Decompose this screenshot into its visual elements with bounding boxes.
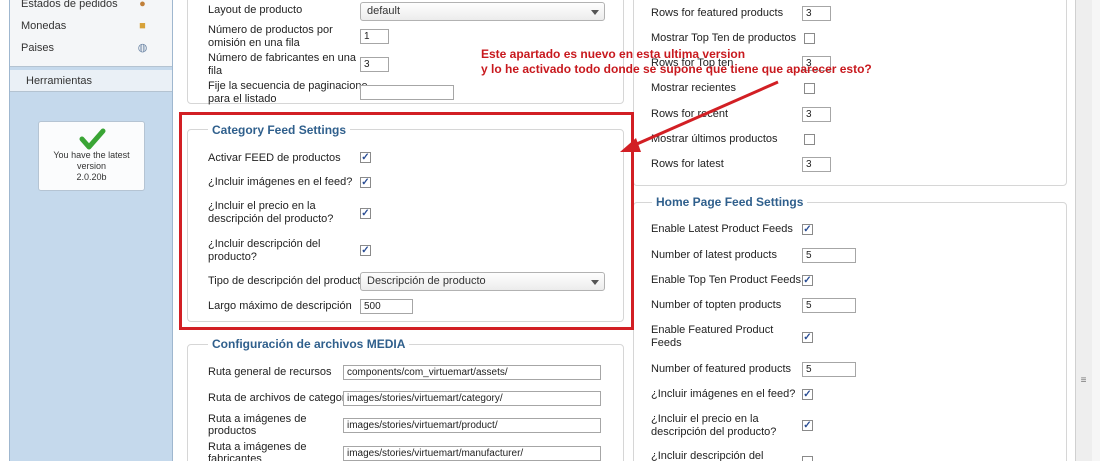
annotation-text-line1: Este apartado es nuevo en esta ultima ve… (481, 47, 746, 61)
annotation-text-line2: y lo he activado todo donde se supone qu… (481, 62, 872, 76)
